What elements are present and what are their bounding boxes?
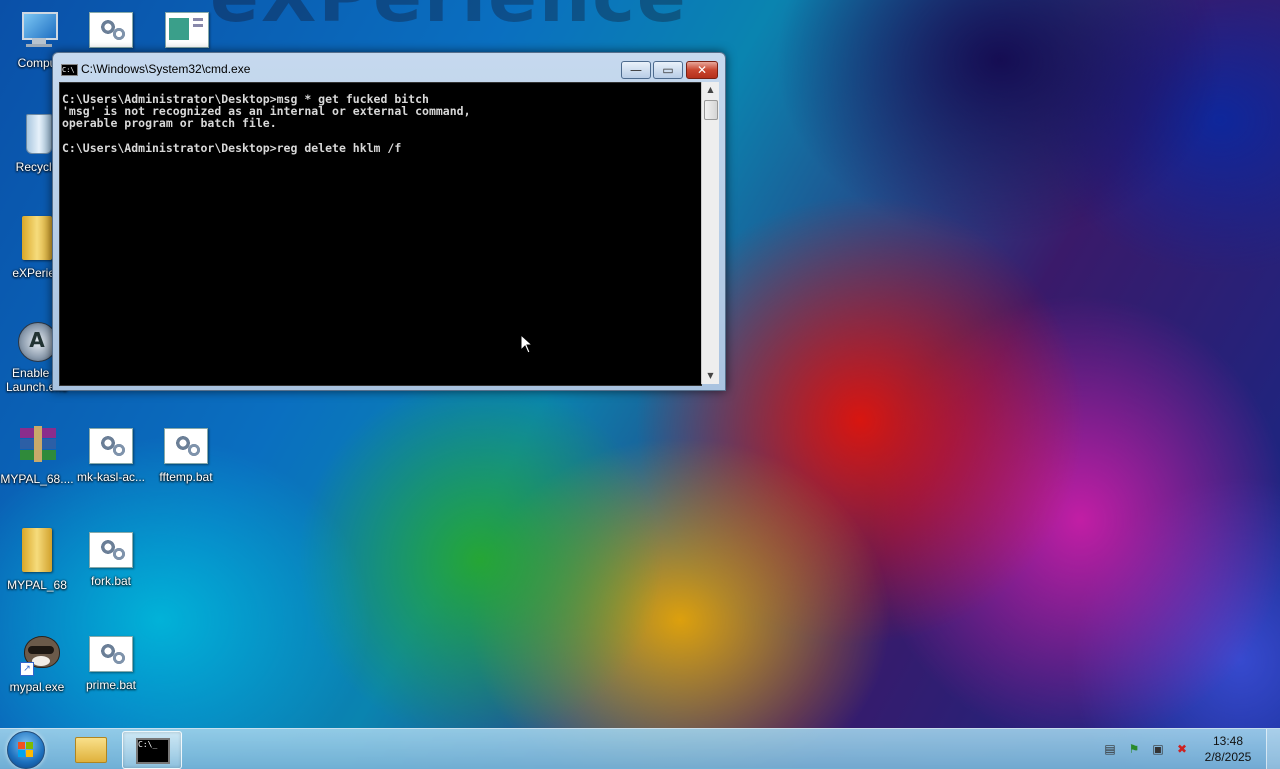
scroll-thumb[interactable] — [704, 100, 718, 120]
raccoon-icon: ↗ — [14, 632, 60, 676]
clock-date: 2/8/2025 — [1204, 750, 1252, 764]
taskbar: C:\_ ▤ ⚑ ▣ ✖ 13:48 2/8/2025 — [0, 728, 1280, 769]
minimize-button[interactable]: — — [621, 61, 651, 79]
scroll-down-icon[interactable]: ▼ — [702, 368, 719, 384]
maximize-button[interactable]: ▭ — [653, 61, 683, 79]
desktop-icon-bat[interactable]: fftemp.bat — [149, 424, 223, 484]
desktop-icon-label: prime.bat — [85, 678, 137, 692]
desktop-icon-label: mk-kasl-ac... — [76, 470, 145, 484]
desktop-icon-bat[interactable]: prime.bat — [74, 632, 148, 692]
scroll-up-icon[interactable]: ▲ — [702, 82, 719, 98]
batch-file-icon — [89, 12, 133, 48]
system-tray: ▤ ⚑ ▣ ✖ — [1100, 729, 1196, 769]
taskbar-explorer-button[interactable] — [62, 731, 120, 767]
desktop-icon-label: fftemp.bat — [159, 470, 213, 484]
console-icon: C:\ — [61, 64, 78, 76]
desktop-icon-archive[interactable]: MYPAL_68.... — [0, 424, 74, 486]
desktop-icon-bat[interactable]: fork.bat — [74, 528, 148, 588]
console-text: C:\Users\Administrator\Desktop>msg * get… — [62, 92, 471, 155]
notes-icon[interactable]: ▤ — [1104, 742, 1116, 756]
batch-file-icon — [164, 428, 208, 464]
desktop-icon-label: fork.bat — [90, 574, 132, 588]
computer-icon — [14, 8, 60, 50]
archive-icon — [14, 424, 60, 466]
desktop-icon-label: MYPAL_68 — [7, 578, 67, 592]
window-title: C:\Windows\System32\cmd.exe — [81, 62, 251, 76]
taskbar-cmd-button[interactable]: C:\_ — [122, 731, 182, 769]
minimize-icon: — — [630, 63, 642, 77]
close-icon: ✕ — [696, 63, 708, 77]
vertical-scrollbar[interactable]: ▲ ▼ — [701, 82, 719, 384]
start-button[interactable] — [7, 731, 45, 769]
batch-file-icon — [89, 532, 133, 568]
windows-logo-icon — [18, 742, 34, 758]
desktop-icon-label: MYPAL_68.... — [0, 472, 74, 486]
document-icon — [163, 8, 209, 50]
batch-file-icon — [89, 428, 133, 464]
wallpaper-watermark: eXPerience — [210, 0, 688, 38]
console-icon: C:\_ — [136, 738, 170, 764]
folder-icon — [22, 528, 52, 572]
desktop-icon-mypal[interactable]: ↗ mypal.exe — [0, 632, 74, 694]
volume-muted-icon[interactable]: ✖ — [1176, 742, 1188, 756]
clock[interactable]: 13:48 2/8/2025 — [1196, 733, 1260, 765]
desktop-icon-document[interactable] — [149, 8, 223, 56]
cmd-window[interactable]: C:\ C:\Windows\System32\cmd.exe — ▭ ✕ C:… — [52, 52, 726, 391]
batch-file-icon — [89, 636, 133, 672]
action-center-icon[interactable]: ⚑ — [1128, 742, 1140, 756]
window-titlebar[interactable]: C:\ C:\Windows\System32\cmd.exe — ▭ ✕ — [53, 53, 725, 83]
console-output[interactable]: C:\Users\Administrator\Desktop>msg * get… — [59, 82, 702, 386]
maximize-icon: ▭ — [662, 63, 674, 77]
desktop-icon-bat[interactable] — [74, 8, 148, 54]
show-desktop-button[interactable] — [1266, 729, 1280, 769]
clock-time: 13:48 — [1212, 734, 1244, 748]
close-button[interactable]: ✕ — [686, 61, 718, 79]
mouse-cursor-icon — [520, 334, 534, 354]
network-icon[interactable]: ▣ — [1152, 742, 1164, 756]
desktop-icon-label: mypal.exe — [9, 680, 65, 694]
desktop-icon-folder[interactable]: MYPAL_68 — [0, 528, 74, 592]
folder-icon — [75, 737, 107, 763]
desktop-icon-bat[interactable]: mk-kasl-ac... — [74, 424, 148, 484]
folder-icon — [22, 216, 52, 260]
